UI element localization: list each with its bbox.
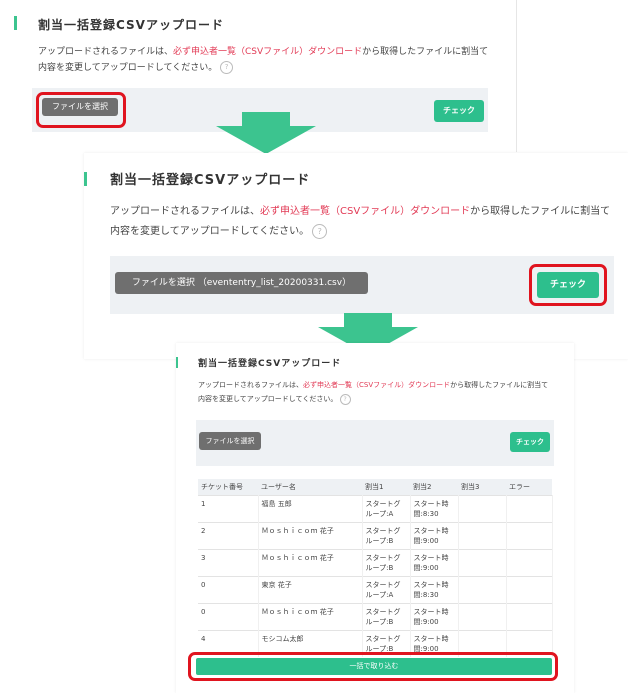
help-icon[interactable]: ?: [220, 61, 234, 74]
assign2-cell: スタート時間:8:30: [410, 495, 459, 523]
column-header: チケット番号: [198, 479, 258, 496]
csv-download-link[interactable]: 必ず申込者一覧（CSVファイル）ダウンロード: [173, 47, 362, 57]
user-name-cell: Ｍｏｓｈｉｃｏｍ 花子: [258, 549, 363, 577]
assign2-cell: スタート時間:8:30: [410, 576, 459, 604]
section-title: 割当一括登録CSVアップロード: [38, 18, 224, 32]
assign1-cell: スタートグループ:B: [362, 549, 411, 577]
check-result-table: チケット番号 ユーザー名 割当1 割当2 割当3 エラー 1 福島 五郎 スター…: [198, 479, 553, 657]
file-select-button[interactable]: ファイルを選択 （evententry_list_20200331.csv）: [115, 272, 368, 294]
user-name-cell: Ｍｏｓｈｉｃｏｍ 花子: [258, 522, 363, 550]
user-name-cell: 東京 花子: [258, 576, 363, 604]
ticket-number-cell: 3: [198, 549, 259, 577]
highlight-frame: [36, 92, 126, 128]
highlight-frame: [529, 264, 607, 306]
section-accent-bar: [176, 357, 178, 368]
assign2-cell: スタート時間:9:00: [410, 549, 459, 577]
section-title: 割当一括登録CSVアップロード: [110, 173, 311, 188]
file-select-button[interactable]: ファイルを選択: [199, 432, 261, 450]
description: アップロードされるファイルは、必ず申込者一覧（CSVファイル）ダウンロードから取…: [198, 381, 549, 405]
error-cell: [506, 549, 553, 577]
assign1-cell: スタートグループ:B: [362, 522, 411, 550]
table-row: 2 Ｍｏｓｈｉｃｏｍ 花子 スタートグループ:B スタート時間:9:00: [198, 522, 553, 550]
down-arrow-icon: [216, 112, 316, 154]
column-header: エラー: [506, 479, 552, 496]
table-row: 0 Ｍｏｓｈｉｃｏｍ 花子 スタートグループ:B スタート時間:9:00: [198, 603, 553, 631]
description: アップロードされるファイルは、必ず申込者一覧（CSVファイル）ダウンロードから取…: [110, 206, 611, 239]
ticket-number-cell: 1: [198, 495, 259, 523]
assign1-cell: スタートグループ:A: [362, 576, 411, 604]
section-accent-bar: [84, 172, 87, 186]
error-cell: [506, 495, 553, 523]
help-icon[interactable]: ?: [312, 223, 328, 239]
assign1-cell: スタートグループ:A: [362, 495, 411, 523]
error-cell: [506, 603, 553, 631]
assign3-cell: [458, 603, 507, 631]
column-header: 割当3: [458, 479, 506, 496]
description: アップロードされるファイルは、必ず申込者一覧（CSVファイル）ダウンロードから取…: [38, 47, 489, 74]
column-header: 割当2: [410, 479, 458, 496]
assign2-cell: スタート時間:9:00: [410, 603, 459, 631]
check-button[interactable]: チェック: [434, 100, 484, 122]
assign1-cell: スタートグループ:B: [362, 603, 411, 631]
user-name-cell: 福島 五郎: [258, 495, 363, 523]
column-header: 割当1: [362, 479, 410, 496]
assign3-cell: [458, 549, 507, 577]
section-accent-bar: [14, 16, 17, 30]
table-header-row: チケット番号 ユーザー名 割当1 割当2 割当3 エラー: [198, 479, 552, 496]
table-row: 0 東京 花子 スタートグループ:A スタート時間:8:30: [198, 576, 553, 604]
section-title: 割当一括登録CSVアップロード: [198, 359, 342, 369]
error-cell: [506, 522, 553, 550]
csv-download-link[interactable]: 必ず申込者一覧（CSVファイル）ダウンロード: [260, 206, 470, 217]
assign3-cell: [458, 576, 507, 604]
ticket-number-cell: 2: [198, 522, 259, 550]
assign2-cell: スタート時間:9:00: [410, 522, 459, 550]
check-button[interactable]: チェック: [510, 432, 550, 452]
csv-download-link[interactable]: 必ず申込者一覧（CSVファイル）ダウンロード: [303, 381, 450, 389]
column-header: ユーザー名: [258, 479, 362, 496]
highlight-frame: [188, 652, 558, 681]
user-name-cell: Ｍｏｓｈｉｃｏｍ 花子: [258, 603, 363, 631]
assign3-cell: [458, 522, 507, 550]
table-row: 1 福島 五郎 スタートグループ:A スタート時間:8:30: [198, 495, 553, 523]
ticket-number-cell: 0: [198, 576, 259, 604]
ticket-number-cell: 0: [198, 603, 259, 631]
table-row: 3 Ｍｏｓｈｉｃｏｍ 花子 スタートグループ:B スタート時間:9:00: [198, 549, 553, 577]
help-icon[interactable]: ?: [339, 393, 351, 405]
error-cell: [506, 576, 553, 604]
assign3-cell: [458, 495, 507, 523]
